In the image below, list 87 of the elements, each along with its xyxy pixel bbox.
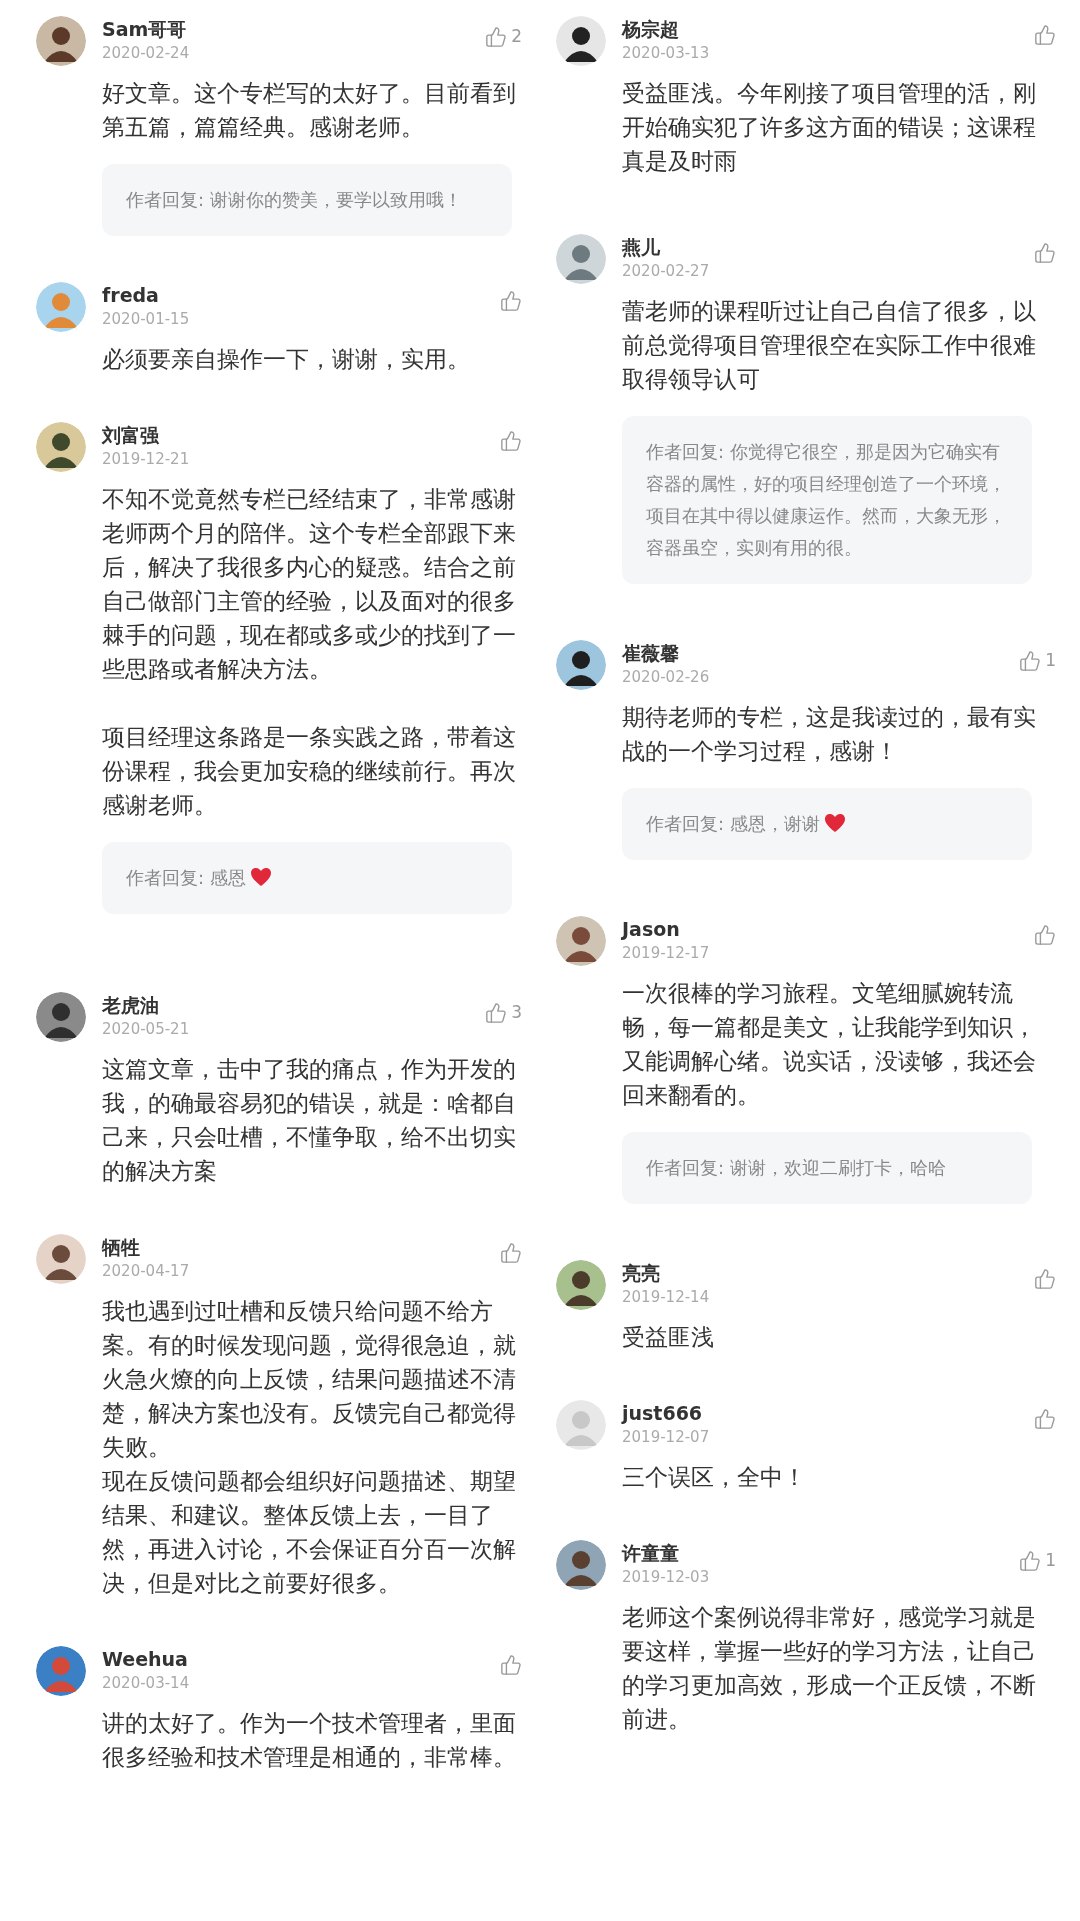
user-name: 亮亮	[622, 1261, 661, 1286]
avatar	[36, 422, 86, 472]
user-name: 燕儿	[622, 235, 661, 260]
comment-text: 必须要亲自操作一下，谢谢，实用。	[102, 345, 471, 374]
comment-date: 2019-12-03	[622, 1567, 710, 1588]
avatar	[556, 1260, 606, 1310]
comment-text: 项目经理这条路是一条实践之路，带着这份课程，我会更加安稳的继续前行。再次感谢老师。	[102, 723, 517, 820]
like-button[interactable]	[500, 1242, 522, 1264]
thumbs-up-icon	[1034, 242, 1056, 264]
like-button[interactable]	[500, 1654, 522, 1676]
thumbs-up-icon	[500, 1242, 522, 1264]
comment-text: 我也遇到过吐槽和反馈只给问题不给方案。有的时候发现问题，觉得很急迫，就火急火燎的向上反馈，结果问题描述不清楚，解决方案也没有。反馈完自己都觉得失败。	[102, 1297, 517, 1462]
thumbs-up-icon	[485, 25, 508, 48]
like-button[interactable]	[1034, 1408, 1056, 1430]
like-button[interactable]	[500, 290, 522, 312]
comment-text: 好文章。这个专栏写的太好了。目前看到第五篇，篇篇经典。感谢老师。	[102, 79, 517, 142]
avatar	[36, 1646, 86, 1696]
thumbs-up-icon	[1034, 24, 1056, 46]
comment-text: 期待老师的专栏，这是我读过的，最有实战的一个学习过程，感谢！	[622, 703, 1037, 766]
user-name: 崔薇馨	[622, 641, 680, 666]
comment-date: 2020-02-26	[622, 667, 710, 688]
reply-text: 作者回复: 感恩	[126, 862, 272, 894]
user-name: Sam哥哥	[102, 17, 188, 42]
user-name: freda	[102, 283, 160, 308]
comment-text: 现在反馈问题都会组织好问题描述、期望结果、和建议。整体反馈上去，一目了然，再进入讨论，不会保证百分百一次解决，但是对比之前要好很多。	[102, 1467, 517, 1598]
avatar	[36, 992, 86, 1042]
heart-icon	[249, 867, 272, 887]
avatar	[556, 640, 606, 690]
comment-date: 2020-05-21	[102, 1019, 190, 1040]
user-name: 许童童	[622, 1541, 680, 1566]
avatar	[556, 1540, 606, 1590]
like-button[interactable]	[1034, 924, 1056, 946]
user-name: Weehua	[102, 1647, 189, 1672]
avatar	[556, 234, 606, 284]
reply-text: 作者回复: 谢谢，欢迎二刷打卡，哈哈	[646, 1156, 946, 1180]
comment-date: 2020-04-17	[102, 1261, 190, 1282]
thumbs-up-icon	[1034, 924, 1056, 946]
comment-text: 受益匪浅。今年刚接了项目管理的活，刚开始确实犯了许多这方面的错误；这课程真是及时雨	[622, 79, 1037, 176]
comment-text: 这篇文章，击中了我的痛点，作为开发的我，的确最容易犯的错误，就是：啥都自己来，只会吐槽，不懂争取，给不出切实的解决方案	[102, 1055, 517, 1186]
thumbs-up-icon	[500, 1654, 522, 1676]
thumbs-up-icon	[1019, 649, 1042, 672]
comment-date: 2020-03-14	[102, 1673, 190, 1694]
comment-date: 2020-02-27	[622, 261, 710, 282]
avatar	[36, 16, 86, 66]
comment-text: 不知不觉竟然专栏已经结束了，非常感谢老师两个月的陪伴。这个专栏全部跟下来后，解决了我很多内心的疑惑。结合之前自己做部门主管的经验，以及面对的很多棘手的问题，现在都或多或少的找到了一些思路或者解决方法。	[102, 485, 517, 684]
like-button[interactable]	[500, 430, 522, 452]
comment-date: 2020-02-24	[102, 43, 190, 64]
user-name: 老虎油	[102, 993, 160, 1018]
like-button[interactable]	[1034, 1268, 1056, 1290]
comment-text: 受益匪浅	[622, 1323, 715, 1352]
reply-text: 作者回复: 谢谢你的赞美，要学以致用哦！	[126, 188, 462, 212]
avatar	[36, 282, 86, 332]
like-button[interactable]: 3	[485, 1000, 522, 1026]
thumbs-up-icon	[485, 1001, 508, 1024]
comment-text: 蕾老师的课程听过让自己自信了很多，以前总觉得项目管理很空在实际工作中很难取得领导认可	[622, 297, 1037, 394]
like-button[interactable]	[1034, 242, 1056, 264]
comment-text: 讲的太好了。作为一个技术管理者，里面很多经验和技术管理是相通的，非常棒。	[102, 1709, 517, 1772]
thumbs-up-icon	[1034, 1268, 1056, 1290]
thumbs-up-icon	[1034, 1408, 1056, 1430]
avatar	[556, 16, 606, 66]
comment-text: 老师这个案例说得非常好，感觉学习就是要这样，掌握一些好的学习方法，让自己的学习更加高效，形成一个正反馈，不断前进。	[622, 1603, 1037, 1734]
comment-text: 三个误区，全中！	[622, 1463, 807, 1492]
reply-text: 作者回复: 你觉得它很空，那是因为它确实有容器的属性，好的项目经理创造了一个环境，项目在其中得以健康运作。然而，大象无形，容器虽空，实则有用的很。	[646, 440, 1007, 560]
thumbs-up-icon	[500, 430, 522, 452]
comment-date: 2019-12-14	[622, 1287, 710, 1308]
comment-date: 2019-12-21	[102, 449, 190, 470]
user-name: 牺牲	[102, 1235, 141, 1260]
avatar	[36, 1234, 86, 1284]
like-button[interactable]: 1	[1019, 1548, 1056, 1574]
comment-date: 2019-12-07	[622, 1427, 710, 1448]
comment-text: 一次很棒的学习旅程。文笔细腻婉转流畅，每一篇都是美文，让我能学到知识，又能调解心绪。说实话，没读够，我还会回来翻看的。	[622, 979, 1037, 1110]
heart-icon	[823, 813, 846, 833]
avatar	[556, 916, 606, 966]
reply-text: 作者回复: 感恩，谢谢	[646, 808, 846, 840]
user-name: 刘富强	[102, 423, 160, 448]
avatar	[556, 1400, 606, 1450]
comment-date: 2019-12-17	[622, 943, 710, 964]
user-name: just666	[622, 1401, 704, 1426]
user-name: Jason	[622, 917, 681, 942]
comment-date: 2020-03-13	[622, 43, 710, 64]
comment-date: 2020-01-15	[102, 309, 190, 330]
like-button[interactable]: 1	[1019, 648, 1056, 674]
like-button[interactable]	[1034, 24, 1056, 46]
thumbs-up-icon	[1019, 1549, 1042, 1572]
user-name: 杨宗超	[622, 17, 680, 42]
like-button[interactable]: 2	[485, 24, 522, 50]
thumbs-up-icon	[500, 290, 522, 312]
